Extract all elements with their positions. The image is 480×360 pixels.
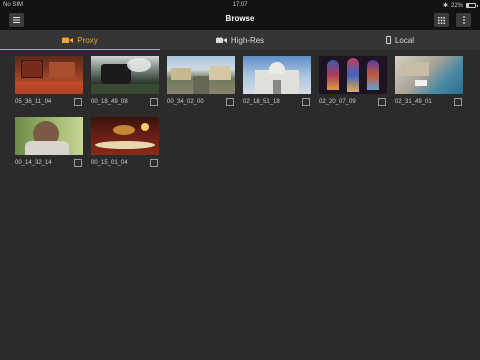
clip-tile[interactable]: 00_15_01_04 xyxy=(91,117,159,175)
clip-checkbox[interactable] xyxy=(454,98,462,106)
clip-tile[interactable]: 02_31_49_01 xyxy=(395,56,463,114)
clip-thumbnail[interactable] xyxy=(243,56,311,94)
clip-checkbox[interactable] xyxy=(74,98,82,106)
clip-name: 00_34_02_00 xyxy=(167,99,204,105)
clip-thumbnail[interactable] xyxy=(319,56,387,94)
clip-checkbox[interactable] xyxy=(226,98,234,106)
clip-checkbox[interactable] xyxy=(378,98,386,106)
tab-high-res-label: High-Res xyxy=(230,35,265,45)
camera-icon xyxy=(62,37,74,43)
nav-bar: Browse xyxy=(0,10,480,30)
clip-tile[interactable]: 00_34_02_00 xyxy=(167,56,235,114)
more-vertical-icon xyxy=(462,16,465,24)
clip-name: 02_31_49_01 xyxy=(395,99,432,105)
clip-name: 05_36_11_04 xyxy=(15,99,52,105)
clip-thumbnail[interactable] xyxy=(91,56,159,94)
battery-percent: 22% xyxy=(450,2,463,9)
page-title: Browse xyxy=(225,14,255,23)
clip-checkbox[interactable] xyxy=(302,98,310,106)
grid-icon xyxy=(438,16,445,24)
grid-view-button[interactable] xyxy=(434,13,449,27)
clip-name: 00_15_01_04 xyxy=(91,160,128,166)
more-button[interactable] xyxy=(456,13,471,27)
clip-tile[interactable]: 00_14_32_14 xyxy=(15,117,83,175)
tab-proxy[interactable]: Proxy xyxy=(0,30,160,50)
clip-thumbnail[interactable] xyxy=(15,56,83,94)
clip-name: 00_14_32_14 xyxy=(15,160,52,166)
clip-thumbnail[interactable] xyxy=(167,56,235,94)
status-bar: No SIM 17:07 ✱ 22% xyxy=(0,0,480,10)
tablet-icon xyxy=(385,36,391,44)
clip-tile[interactable]: 05_36_11_04 xyxy=(15,56,83,114)
source-tabs: Proxy High-Res Local xyxy=(0,30,480,50)
clip-name: 02_18_51_18 xyxy=(243,99,280,105)
clip-name: 02_20_07_09 xyxy=(319,99,356,105)
clip-checkbox[interactable] xyxy=(150,159,158,167)
clip-thumbnail[interactable] xyxy=(15,117,83,155)
clip-checkbox[interactable] xyxy=(74,159,82,167)
status-time: 17:07 xyxy=(232,2,248,8)
tab-local-label: Local xyxy=(394,35,415,45)
clip-thumbnail[interactable] xyxy=(91,117,159,155)
tab-proxy-label: Proxy xyxy=(77,35,98,45)
battery-icon xyxy=(466,3,478,8)
camera-icon xyxy=(215,37,227,43)
tab-high-res[interactable]: High-Res xyxy=(160,30,320,50)
tab-local[interactable]: Local xyxy=(320,30,480,50)
clip-tile[interactable]: 02_20_07_09 xyxy=(319,56,387,114)
clip-thumbnail[interactable] xyxy=(395,56,463,94)
clip-name: 00_18_49_08 xyxy=(91,99,128,105)
bluetooth-icon: ✱ xyxy=(442,3,448,9)
clip-checkbox[interactable] xyxy=(150,98,158,106)
status-right: ✱ 22% xyxy=(442,2,478,9)
clip-tile[interactable]: 02_18_51_18 xyxy=(243,56,311,114)
clip-tile[interactable]: 00_18_49_08 xyxy=(91,56,159,114)
